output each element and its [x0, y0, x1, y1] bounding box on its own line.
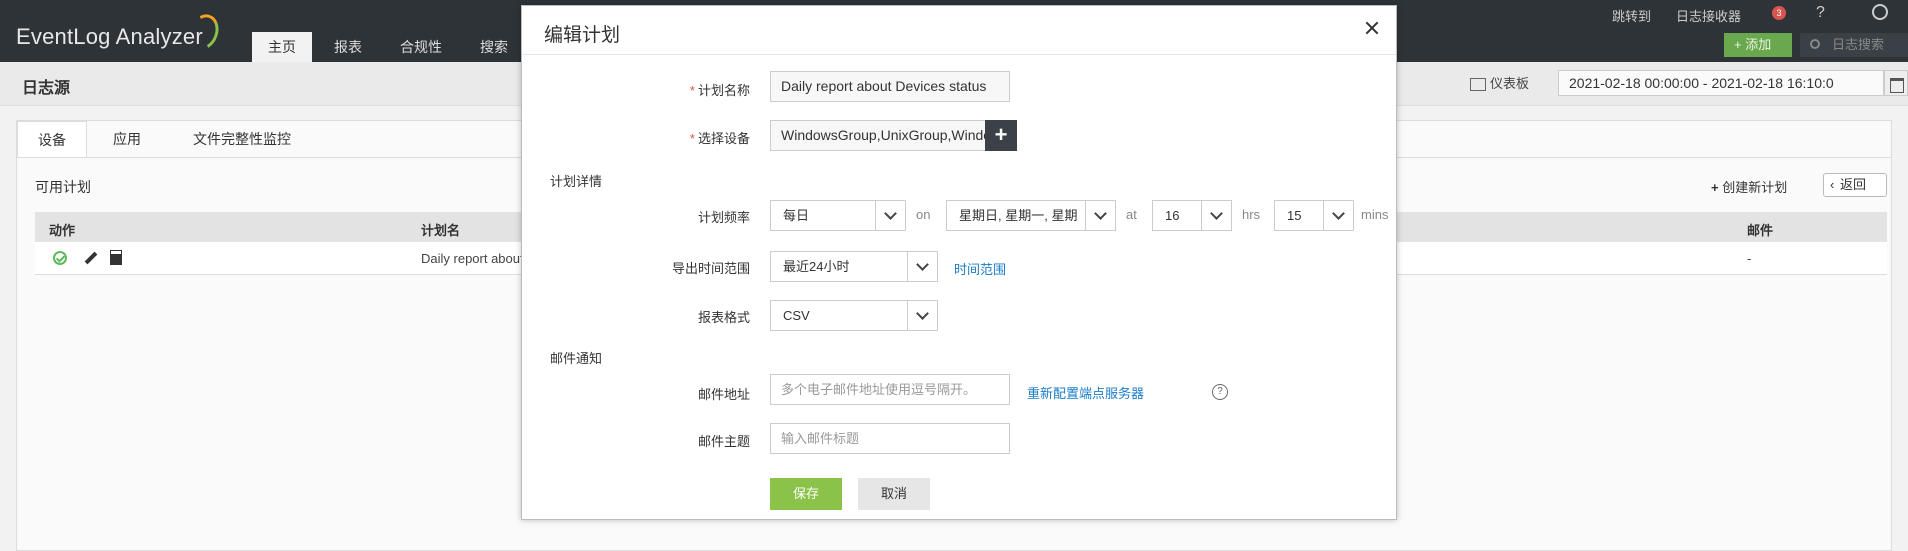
days-select[interactable]: 星期日, 星期一, 星期: [946, 200, 1116, 231]
email-subject-input[interactable]: 输入邮件标题: [770, 423, 1010, 454]
add-device-button[interactable]: +: [985, 120, 1017, 151]
chevron-down-icon: [1323, 201, 1353, 230]
save-button[interactable]: 保存: [770, 478, 842, 510]
schedule-name-label: * 计划名称: [590, 80, 750, 99]
minute-select[interactable]: 15: [1274, 200, 1354, 231]
modal-title: 编辑计划: [544, 25, 621, 46]
hour-value: 16: [1165, 208, 1180, 223]
cancel-button[interactable]: 取消: [858, 478, 930, 510]
chevron-down-icon: [907, 301, 937, 330]
schedule-name-input[interactable]: Daily report about Devices status: [770, 71, 1010, 102]
export-range-select[interactable]: 最近24小时: [770, 251, 938, 282]
minute-value: 15: [1287, 208, 1302, 223]
required-marker: *: [689, 83, 695, 98]
schedule-name-label-text: 计划名称: [697, 83, 750, 98]
reconfigure-server-link[interactable]: 重新配置端点服务器: [1027, 383, 1144, 402]
chevron-down-icon: [875, 201, 905, 230]
close-icon[interactable]: [1362, 18, 1382, 38]
required-marker: *: [689, 131, 695, 146]
email-notification-section: 邮件通知: [550, 351, 603, 366]
frequency-select[interactable]: 每日: [770, 200, 906, 231]
report-format-label: 报表格式: [697, 310, 750, 325]
chevron-down-icon: [1085, 201, 1115, 230]
help-icon[interactable]: ?: [1212, 384, 1228, 400]
hour-select[interactable]: 16: [1152, 200, 1232, 231]
chevron-down-icon: [907, 252, 937, 281]
export-range-value: 最近24小时: [783, 259, 850, 274]
report-format-select[interactable]: CSV: [770, 300, 938, 331]
devices-label-text: 选择设备: [697, 131, 750, 146]
edit-schedule-modal: 编辑计划 * 计划名称 Daily report about Devices st…: [521, 5, 1397, 520]
at-text: at: [1126, 207, 1137, 222]
devices-input[interactable]: WindowsGroup,UnixGroup,Windows \: [770, 120, 986, 151]
modal-header: 编辑计划: [522, 6, 1396, 55]
report-format-value: CSV: [783, 308, 810, 323]
time-range-link[interactable]: 时间范围: [954, 259, 1006, 278]
chevron-down-icon: [1201, 201, 1231, 230]
export-range-label: 导出时间范围: [671, 261, 750, 276]
schedule-details-section: 计划详情: [550, 174, 603, 189]
email-address-label: 邮件地址: [697, 387, 750, 402]
frequency-label: 计划频率: [697, 210, 750, 225]
mins-text: mins: [1361, 207, 1389, 222]
devices-label: * 选择设备: [590, 128, 750, 147]
email-address-input[interactable]: 多个电子邮件地址使用逗号隔开。: [770, 374, 1010, 405]
frequency-value: 每日: [783, 208, 810, 223]
hrs-text: hrs: [1242, 207, 1261, 222]
email-subject-label: 邮件主题: [697, 434, 750, 449]
days-value: 星期日, 星期一, 星期: [959, 208, 1078, 223]
on-text: on: [916, 207, 931, 222]
